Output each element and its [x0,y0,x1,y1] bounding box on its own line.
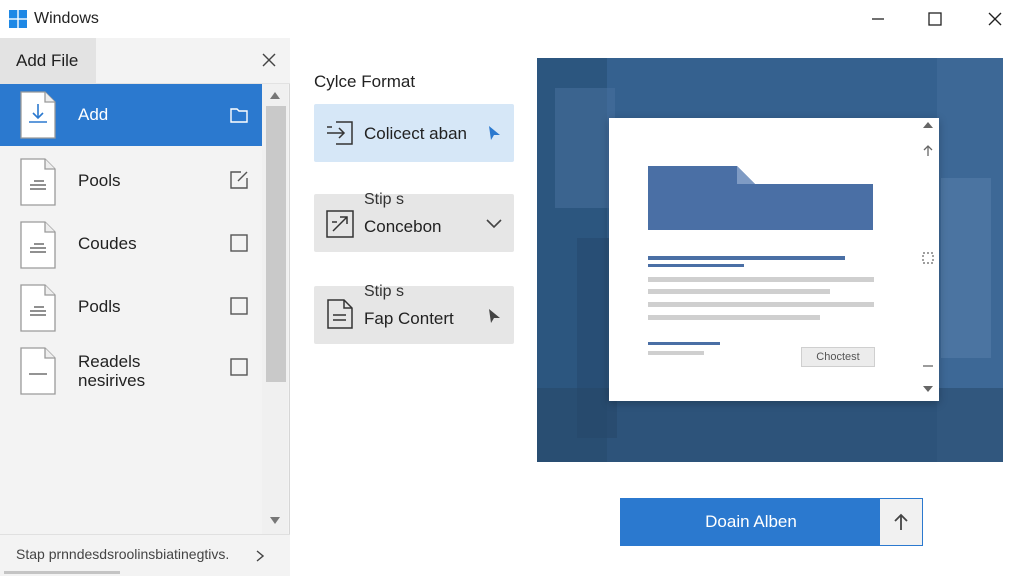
item-label-line1: Readels [78,352,141,371]
document-icon [20,347,56,395]
cursor-arrow-icon [489,309,500,323]
panel-footer: Stap prnndesdsroolinsbiatinegtivs. [0,534,290,576]
option-label: Colicect aban [364,124,468,143]
check-button[interactable]: Choctest [801,347,875,367]
close-icon [988,12,1002,26]
option-label: Fap Contert [364,309,454,328]
document-text-icon [327,299,353,329]
footer-text: Stap prnndesdsroolinsbiatinegtivs. [16,546,230,562]
add-file-panel: Add File Add Pools Coudes Podls Readels … [0,38,290,576]
scrollbar-thumb[interactable] [266,106,286,382]
item-label: Add [78,105,109,124]
arrow-up-icon [894,513,908,530]
folder-icon[interactable] [230,106,248,124]
title-bar: Windows [0,0,1024,38]
option-label: Concebon [364,217,442,236]
list-scrollbar[interactable] [262,84,288,534]
tab-add-file[interactable]: Add File [0,38,96,84]
list-item[interactable]: Readels nesirives [0,340,262,402]
checkbox[interactable] [230,297,248,315]
list-item[interactable]: Pools [0,151,262,213]
item-label: Podls [78,297,121,316]
list-item[interactable]: Coudes [0,214,262,276]
minimize-button[interactable] [855,4,901,34]
checkbox[interactable] [230,234,248,252]
primary-action-button[interactable]: Doain Alben [620,498,923,546]
window-title: Windows [34,10,99,27]
format-option-content[interactable]: Stip s Fap Contert [314,283,514,344]
document-icon [20,91,56,139]
option-caption: Stip s [364,191,405,208]
chevron-down-icon[interactable] [486,216,502,232]
scroll-up-icon[interactable] [269,90,281,100]
windows-logo-icon [9,10,27,28]
primary-button-label: Doain Alben [705,512,797,531]
import-icon [327,121,353,145]
chevron-right-icon[interactable] [256,550,264,562]
card-scrollbar[interactable] [917,118,939,401]
document-icon [20,158,56,206]
list-item[interactable]: Add [0,84,262,146]
transform-icon [326,210,354,238]
document-icon [20,284,56,332]
upload-button[interactable] [880,499,922,545]
checkbox[interactable] [230,358,248,376]
list-item[interactable]: Podls [0,277,262,339]
minimize-icon [872,18,884,20]
panel-close-icon[interactable] [260,51,278,69]
item-label: Coudes [78,234,137,253]
document-preview: Choctest [537,58,1003,462]
maximize-button[interactable] [912,4,958,34]
close-window-button[interactable] [972,4,1018,34]
edit-icon[interactable] [230,171,248,189]
section-title: Cylce Format [314,72,416,91]
horizontal-scrollbar[interactable] [4,571,120,574]
document-card: Choctest [609,118,939,401]
item-label: Pools [78,171,121,190]
item-label-line2: nesirives [78,371,146,390]
cursor-arrow-icon [489,126,500,140]
format-option-conception[interactable]: Stip s Concebon [314,191,514,252]
format-option-collect[interactable]: Colicect aban [314,104,514,162]
document-icon [20,221,56,269]
maximize-icon [928,12,942,26]
scroll-down-icon[interactable] [269,516,281,526]
panel-header: Add File [0,38,290,84]
option-caption: Stip s [364,283,405,300]
